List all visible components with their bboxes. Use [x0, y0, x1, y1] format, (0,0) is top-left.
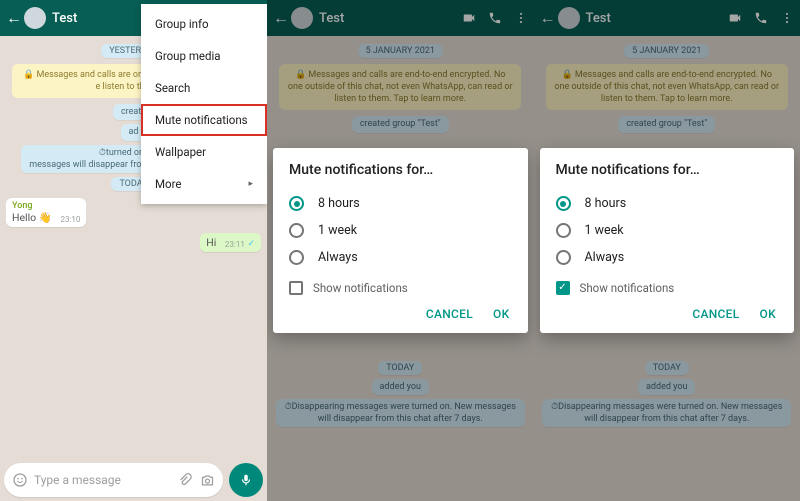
message-sender: Yong — [12, 201, 80, 211]
group-avatar[interactable] — [24, 7, 46, 29]
overflow-menu: Group info Group media Search Mute notif… — [141, 4, 267, 204]
radio-icon — [556, 250, 571, 265]
input-bar: Type a message — [4, 463, 263, 497]
message-incoming[interactable]: Yong Hello 👋 23:10 — [6, 198, 86, 227]
camera-icon[interactable] — [200, 473, 215, 488]
input-placeholder: Type a message — [34, 473, 169, 487]
radio-option-1week[interactable]: 1 week — [289, 217, 512, 244]
message-text: Hi — [206, 236, 216, 249]
checkbox-icon — [289, 281, 303, 295]
ok-button[interactable]: OK — [760, 307, 776, 321]
radio-icon — [556, 196, 571, 211]
cancel-button[interactable]: CANCEL — [426, 307, 473, 321]
message-outgoing[interactable]: Hi 23:11 ✓ — [200, 233, 261, 252]
radio-option-8hours[interactable]: 8 hours — [556, 190, 779, 217]
ok-button[interactable]: OK — [493, 307, 509, 321]
checkbox-icon — [556, 281, 570, 295]
radio-icon — [556, 223, 571, 238]
lock-icon: 🔒 — [23, 70, 34, 80]
radio-option-always[interactable]: Always — [556, 244, 779, 271]
message-time: 23:11 — [225, 240, 245, 249]
mic-button[interactable] — [229, 463, 263, 497]
back-icon[interactable]: ← — [6, 8, 22, 28]
menu-item-search[interactable]: Search — [141, 72, 267, 104]
menu-item-wallpaper[interactable]: Wallpaper — [141, 136, 267, 168]
read-tick-icon: ✓ — [247, 239, 255, 249]
menu-item-group-media[interactable]: Group media — [141, 40, 267, 72]
attach-icon[interactable] — [177, 473, 192, 488]
mute-dialog: Mute notifications for… 8 hours 1 week A… — [273, 148, 528, 333]
show-notifications-checkbox[interactable]: Show notifications — [289, 271, 512, 299]
radio-option-8hours[interactable]: 8 hours — [289, 190, 512, 217]
chevron-right-icon: ▸ — [248, 179, 253, 189]
show-notifications-checkbox[interactable]: Show notifications — [556, 271, 779, 299]
radio-option-always[interactable]: Always — [289, 244, 512, 271]
radio-icon — [289, 250, 304, 265]
timer-icon: ⏱ — [99, 148, 106, 158]
message-text: Hello 👋 — [12, 211, 52, 224]
mute-dialog: Mute notifications for… 8 hours 1 week A… — [540, 148, 795, 333]
message-time: 23:10 — [60, 215, 80, 224]
menu-item-more[interactable]: More ▸ — [141, 168, 267, 200]
radio-icon — [289, 196, 304, 211]
message-input[interactable]: Type a message — [4, 463, 223, 497]
cancel-button[interactable]: CANCEL — [692, 307, 739, 321]
dialog-title: Mute notifications for… — [289, 162, 512, 178]
emoji-icon[interactable] — [12, 472, 28, 488]
menu-item-group-info[interactable]: Group info — [141, 8, 267, 40]
radio-icon — [289, 223, 304, 238]
dialog-title: Mute notifications for… — [556, 162, 779, 178]
menu-item-mute[interactable]: Mute notifications — [141, 104, 267, 136]
radio-option-1week[interactable]: 1 week — [556, 217, 779, 244]
